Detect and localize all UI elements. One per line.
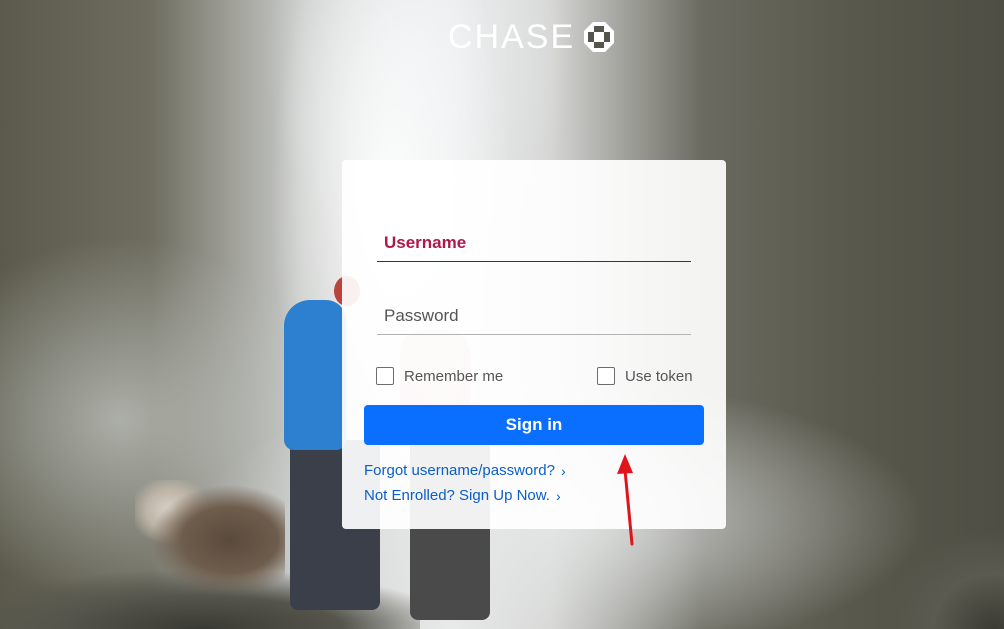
forgot-credentials-link[interactable]: Forgot username/password? › [364,462,566,479]
password-label: Password [384,306,459,325]
dog-figure [135,480,285,610]
person-blue-jacket [284,300,346,450]
username-field[interactable]: Username [377,233,691,262]
remember-me-checkbox[interactable] [376,367,394,385]
rock-right [884,519,1004,629]
password-field[interactable]: Password [377,306,691,335]
enroll-link-label: Not Enrolled? Sign Up Now. [364,487,550,504]
use-token-label: Use token [625,367,693,385]
use-token-option[interactable]: Use token [597,367,693,385]
chevron-right-icon: › [555,487,561,504]
remember-me-label: Remember me [404,367,504,385]
chase-logo[interactable]: CHASE [448,18,615,56]
red-arrow-icon [617,454,634,546]
use-token-checkbox[interactable] [597,367,615,385]
forgot-link-label: Forgot username/password? [364,462,555,479]
remember-me-option[interactable]: Remember me [376,367,503,385]
chase-octagon-icon [584,22,615,52]
username-label: Username [384,233,467,252]
chevron-right-icon: › [560,462,566,479]
login-card: Username Password Remember me Use token … [342,160,726,529]
enroll-link[interactable]: Not Enrolled? Sign Up Now. › [364,487,561,504]
logo-text: CHASE [448,17,576,56]
sign-in-button[interactable]: Sign in [364,405,704,445]
